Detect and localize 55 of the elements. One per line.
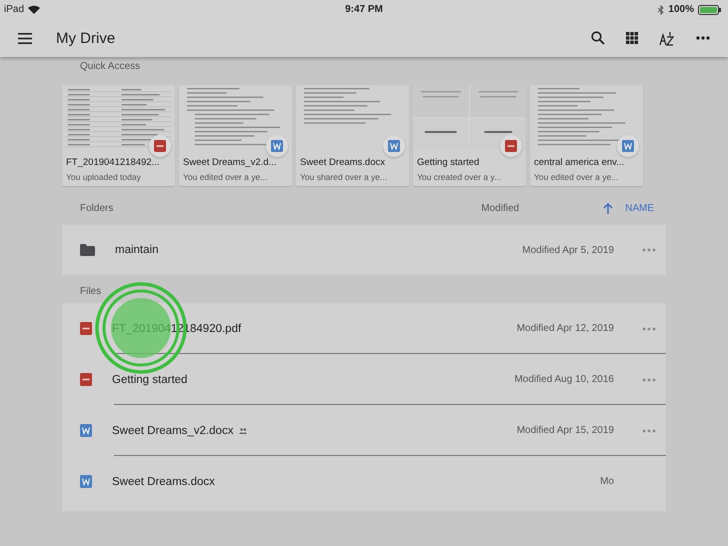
pdf-icon: [80, 373, 92, 386]
wifi-icon: [28, 5, 40, 14]
file-name: FT_2019041218492...: [65, 156, 160, 168]
file-name: Getting started: [112, 374, 188, 386]
modified-date: Mo: [600, 476, 614, 487]
section-label: Quick Access: [79, 60, 142, 74]
bluetooth-icon: [658, 4, 664, 14]
file-card[interactable]: central america env... You edited over a ye...: [530, 85, 643, 186]
pdf-icon: [80, 322, 92, 335]
file-card[interactable]: Sweet Dreams_v2.d... You edited over a ye...: [179, 85, 292, 186]
grid-view-icon[interactable]: [626, 32, 638, 44]
file-activity: You created over a y...: [416, 171, 502, 182]
column-label: Modified: [481, 202, 520, 214]
section-label: Files: [79, 285, 102, 299]
folder-row[interactable]: maintain Modified Apr 5, 2019: [62, 225, 666, 275]
file-name: Sweet Dreams_v2.docx: [112, 424, 234, 436]
word-icon: [271, 140, 283, 152]
clock: 9:47 PM: [345, 4, 383, 15]
modified-date: Modified Apr 12, 2019: [516, 323, 614, 334]
pdf-icon: [505, 140, 517, 152]
word-icon: [622, 140, 634, 152]
file-name: Getting started: [416, 156, 480, 168]
file-activity: You uploaded today: [65, 171, 142, 182]
modified-date: Modified Apr 15, 2019: [516, 425, 614, 436]
file-row[interactable]: Getting started Modified Aug 10, 2016: [62, 354, 666, 405]
section-label: Folders: [79, 202, 114, 214]
word-icon: [80, 475, 92, 488]
file-card[interactable]: Getting started You created over a y...: [413, 85, 526, 186]
file-activity: You shared over a ye...: [299, 171, 388, 182]
word-icon: [388, 140, 400, 152]
battery-icon: [698, 4, 722, 14]
file-card[interactable]: Sweet Dreams.docx You shared over a ye...: [296, 85, 409, 186]
folder-name: maintain: [115, 244, 158, 256]
file-name: central america env...: [533, 156, 626, 168]
file-name: Sweet Dreams_v2.d...: [182, 156, 278, 168]
file-row[interactable]: Sweet Dreams_v2.docx Modified Apr 15, 2019: [62, 405, 666, 456]
modified-date: Modified Apr 5, 2019: [522, 244, 614, 256]
device-name: iPad: [4, 4, 24, 15]
file-name: Sweet Dreams.docx: [112, 476, 215, 488]
modified-date: Modified Aug 10, 2016: [514, 374, 614, 385]
file-name: Sweet Dreams.docx: [299, 156, 386, 168]
app-title: My Drive: [56, 30, 116, 46]
file-activity: You edited over a ye...: [533, 171, 620, 182]
sort-icon[interactable]: [659, 30, 675, 46]
folder-icon: [80, 244, 95, 256]
battery-percentage: 100%: [668, 4, 694, 15]
word-icon: [80, 424, 92, 437]
sort-ascending-icon[interactable]: [603, 202, 614, 214]
file-card[interactable]: FT_2019041218492... You uploaded today: [62, 85, 175, 186]
menu-icon[interactable]: [18, 32, 32, 44]
search-icon[interactable]: [591, 31, 605, 45]
pdf-icon: [154, 140, 166, 152]
file-activity: You edited over a ye...: [182, 171, 268, 182]
file-row[interactable]: Sweet Dreams.docx Mo: [62, 456, 666, 507]
more-icon[interactable]: [696, 36, 710, 40]
